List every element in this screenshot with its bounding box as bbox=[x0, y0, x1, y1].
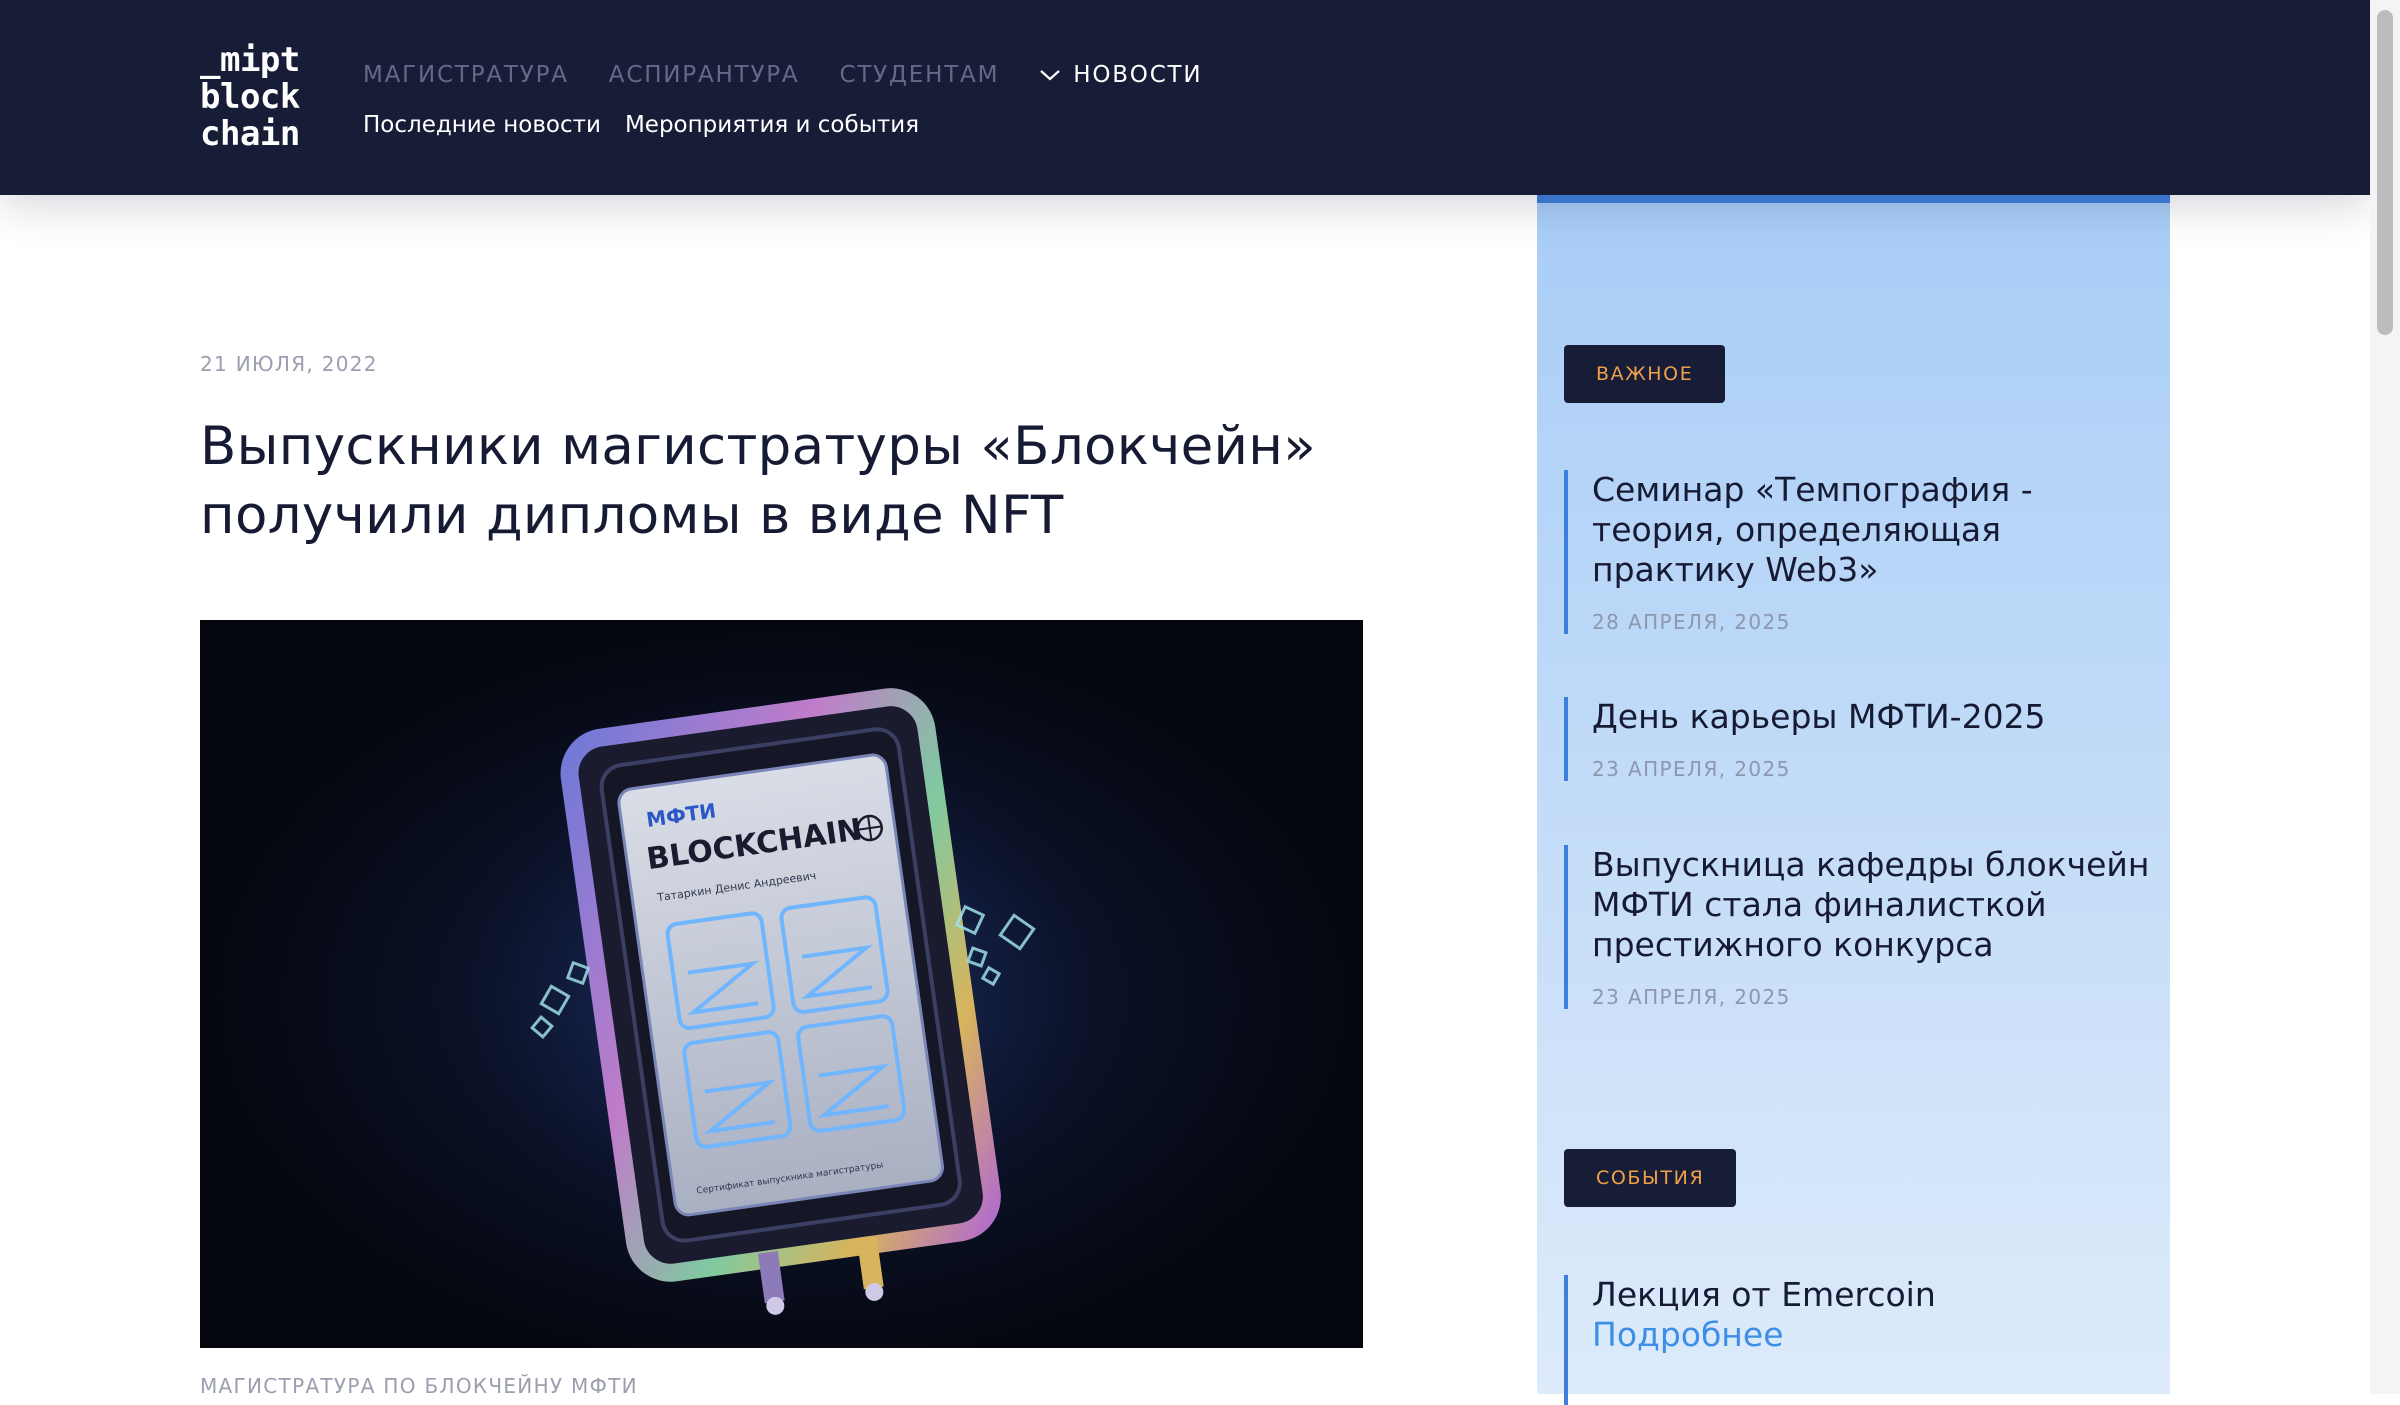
article-title: Выпускники магистратуры «Блокчейн» получ… bbox=[200, 416, 1316, 546]
site-logo[interactable]: _mipt block chain bbox=[200, 42, 300, 153]
site-header: _mipt block chain МАГИСТРАТУРА АСПИРАНТУ… bbox=[0, 0, 2370, 195]
news-item-date: 23 АПРЕЛЯ, 2025 bbox=[1592, 757, 1791, 781]
events-tag[interactable]: СОБЫТИЯ bbox=[1564, 1149, 1737, 1207]
logo-line: chain bbox=[200, 114, 300, 154]
nft-diploma-illustration: МФТИ BLOCKCHAIN Татаркин Денис Андреевич… bbox=[400, 650, 1160, 1315]
news-subnav: Последние новости Мероприятия и события bbox=[363, 112, 943, 138]
logo-line: block bbox=[200, 77, 300, 117]
sidebar-news-item[interactable]: Семинар «Темпография - теория, определяю… bbox=[1564, 470, 2152, 634]
event-item-title[interactable]: Лекция от Emercoin bbox=[1592, 1275, 2152, 1315]
page-scrollbar[interactable] bbox=[2370, 0, 2400, 1394]
chevron-down-icon bbox=[1040, 70, 1060, 81]
news-item-title[interactable]: Выпускница кафедры блокчейн МФТИ стала ф… bbox=[1592, 845, 2152, 965]
subnav-latest-news[interactable]: Последние новости bbox=[363, 112, 601, 138]
sidebar-news-item[interactable]: Выпускница кафедры блокчейн МФТИ стала ф… bbox=[1564, 845, 2152, 1009]
news-item-date: 28 АПРЕЛЯ, 2025 bbox=[1592, 610, 1791, 634]
scrollbar-thumb[interactable] bbox=[2377, 10, 2393, 335]
event-more-link[interactable]: Подробнее bbox=[1592, 1315, 2152, 1355]
news-item-title[interactable]: Семинар «Темпография - теория, определяю… bbox=[1592, 470, 2152, 590]
important-tag[interactable]: ВАЖНОЕ bbox=[1564, 345, 1726, 403]
article-hero-image: МФТИ BLOCKCHAIN Татаркин Денис Андреевич… bbox=[200, 620, 1363, 1348]
nav-item-phd[interactable]: АСПИРАНТУРА bbox=[609, 62, 800, 88]
logo-line: _mipt bbox=[200, 40, 300, 80]
nav-item-label: НОВОСТИ bbox=[1073, 62, 1203, 88]
news-item-title[interactable]: День карьеры МФТИ-2025 bbox=[1592, 697, 2152, 737]
subnav-events[interactable]: Мероприятия и события bbox=[625, 112, 919, 138]
article-date: 21 ИЮЛЯ, 2022 bbox=[200, 352, 378, 376]
news-item-date: 23 АПРЕЛЯ, 2025 bbox=[1592, 985, 1791, 1009]
nav-item-masters[interactable]: МАГИСТРАТУРА bbox=[363, 62, 569, 88]
nav-item-students[interactable]: СТУДЕНТАМ bbox=[839, 62, 999, 88]
main-nav: МАГИСТРАТУРА АСПИРАНТУРА СТУДЕНТАМ НОВОС… bbox=[363, 58, 1242, 92]
sidebar-accent-bar bbox=[1537, 195, 2170, 203]
sidebar-event-item[interactable]: Лекция от Emercoin Подробнее bbox=[1564, 1275, 2152, 1405]
sidebar-news-item[interactable]: День карьеры МФТИ-2025 23 АПРЕЛЯ, 2025 bbox=[1564, 697, 2152, 781]
article-image-caption: МАГИСТРАТУРА ПО БЛОКЧЕЙНУ МФТИ bbox=[200, 1374, 638, 1398]
news-sidebar: ВАЖНОЕ Семинар «Темпография - теория, оп… bbox=[1537, 195, 2170, 1405]
nav-item-news[interactable]: НОВОСТИ bbox=[1039, 62, 1202, 88]
